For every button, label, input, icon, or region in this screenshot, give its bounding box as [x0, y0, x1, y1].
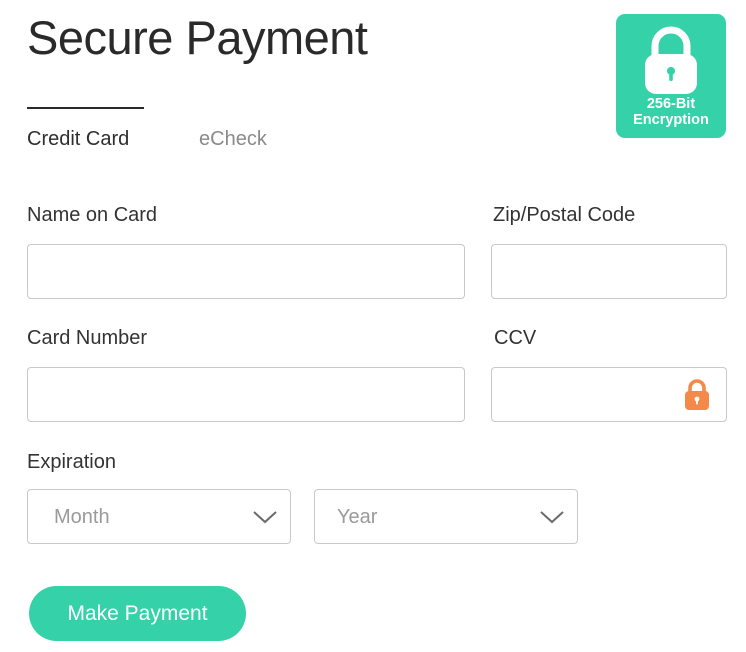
tab-credit-card[interactable]: Credit Card: [27, 126, 129, 152]
payment-method-tabs: Credit Card eCheck: [27, 106, 347, 154]
year-select-value: Year: [337, 506, 378, 528]
card-number-label: Card Number: [27, 327, 148, 349]
lock-icon: [685, 379, 709, 410]
card-number-input[interactable]: [28, 368, 464, 421]
expiration-label: Expiration: [27, 451, 116, 473]
make-payment-button[interactable]: Make Payment: [29, 586, 246, 641]
chevron-down-icon: [540, 511, 564, 524]
zip-field: [491, 244, 727, 299]
tab-echeck[interactable]: eCheck: [199, 126, 267, 152]
encryption-badge: 256-Bit Encryption: [616, 14, 726, 138]
month-select[interactable]: Month: [27, 489, 291, 544]
active-tab-indicator: [27, 107, 144, 109]
badge-text: 256-Bit Encryption: [616, 96, 726, 128]
badge-line-2: Encryption: [633, 112, 709, 128]
lock-icon: [645, 26, 697, 94]
page-title: Secure Payment: [27, 11, 368, 64]
ccv-field: [491, 367, 727, 422]
chevron-down-icon: [253, 511, 277, 524]
zip-label: Zip/Postal Code: [493, 204, 636, 226]
zip-input[interactable]: [492, 245, 726, 298]
badge-line-1: 256-Bit: [646, 96, 696, 112]
name-on-card-field: [27, 244, 465, 299]
month-select-value: Month: [54, 506, 110, 528]
year-select[interactable]: Year: [314, 489, 578, 544]
ccv-label: CCV: [494, 327, 537, 349]
card-number-field: [27, 367, 465, 422]
name-on-card-input[interactable]: [28, 245, 464, 298]
name-on-card-label: Name on Card: [27, 204, 158, 226]
